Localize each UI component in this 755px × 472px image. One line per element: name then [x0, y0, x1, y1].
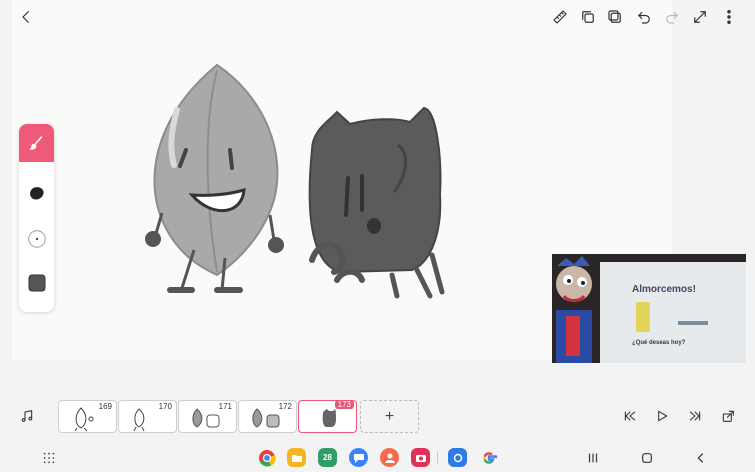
pip-question: ¿Qué deseas hoy?: [632, 340, 686, 346]
back-nav-button[interactable]: [693, 450, 709, 466]
brush-shape-tool[interactable]: [19, 174, 54, 212]
pip-headline: Almorcemos!: [632, 284, 696, 295]
grid-icon: [43, 452, 55, 464]
add-frame-button[interactable]: +: [360, 400, 419, 433]
more-vertical-icon: [727, 10, 731, 24]
frame-number: 172: [278, 402, 292, 411]
camera-icon: [415, 454, 426, 462]
expand-icon: [694, 11, 706, 23]
top-toolbar: [0, 0, 755, 34]
dock-divider: [437, 451, 438, 464]
chrome-icon: [258, 449, 276, 466]
frame-number: 173: [334, 400, 354, 409]
skip-back-icon: [624, 411, 636, 421]
frame-thumbnail[interactable]: 171: [178, 400, 237, 433]
back-arrow-icon: [697, 453, 704, 463]
frame-thumbnail-selected[interactable]: 173: [298, 400, 357, 433]
home-button[interactable]: [639, 450, 655, 466]
ruler-button[interactable]: [549, 6, 571, 28]
fullscreen-button[interactable]: [689, 6, 711, 28]
camera-app-button[interactable]: [411, 448, 430, 467]
google-icon: [482, 451, 497, 464]
undo-button[interactable]: [633, 6, 655, 28]
messages-app-button[interactable]: [349, 448, 368, 467]
skip-to-end-button[interactable]: [684, 406, 706, 426]
message-bubble-icon: [353, 453, 364, 463]
export-button[interactable]: [717, 406, 739, 426]
more-options-button[interactable]: [718, 6, 740, 28]
brush-size-icon: [27, 230, 46, 248]
brush-icon: [28, 136, 42, 150]
export-icon: [722, 410, 734, 422]
frame-thumbnail[interactable]: 172: [238, 400, 297, 433]
folder-icon: [291, 454, 302, 462]
undo-icon: [638, 11, 650, 24]
copy-frame-icon: [582, 11, 594, 23]
ruler-icon: [553, 10, 567, 24]
calendar-app-button[interactable]: 28: [318, 448, 337, 467]
files-app-button[interactable]: [287, 448, 306, 467]
play-icon: [658, 410, 668, 422]
phone-link-icon: [453, 453, 462, 462]
recent-apps-icon: [588, 453, 598, 463]
google-app-button[interactable]: [479, 448, 498, 467]
system-navigation-bar: 28: [0, 443, 755, 472]
frame-number: 169: [98, 402, 112, 411]
frame-number: 170: [158, 402, 172, 411]
frame-thumbnail[interactable]: 170: [118, 400, 177, 433]
frame-number: 171: [218, 402, 232, 411]
brush-size-tool[interactable]: [19, 220, 54, 258]
tool-palette: [19, 124, 54, 312]
play-button[interactable]: [651, 406, 673, 426]
color-swatch-icon: [28, 274, 45, 292]
recent-apps-button[interactable]: [585, 450, 601, 466]
home-icon: [641, 452, 653, 464]
app-drawer-button[interactable]: [41, 450, 57, 466]
calendar-icon: 28: [323, 453, 332, 462]
frame-timeline: 169 170 171 172 173 +: [0, 396, 755, 438]
contacts-app-button[interactable]: [380, 448, 399, 467]
picture-in-picture-video[interactable]: Almorcemos! ¿Qué deseas hoy?: [552, 254, 746, 363]
layers-button[interactable]: [604, 6, 626, 28]
pip-scene: [552, 254, 746, 363]
chevron-left-icon: [22, 11, 29, 23]
layers-icon: [608, 10, 621, 23]
music-button[interactable]: [16, 406, 38, 426]
person-icon: [384, 453, 395, 463]
galaxy-store-app-button[interactable]: [448, 448, 467, 467]
brush-tool[interactable]: [19, 124, 54, 162]
redo-icon: [666, 11, 678, 24]
skip-to-start-button[interactable]: [619, 406, 641, 426]
copy-frame-button[interactable]: [577, 6, 599, 28]
music-note-icon: [21, 410, 33, 422]
leaf-character: [145, 63, 284, 293]
skip-forward-icon: [689, 411, 701, 421]
brush-blob-icon: [29, 187, 44, 200]
frame-thumbnail[interactable]: 169: [58, 400, 117, 433]
cat-character: [308, 106, 445, 299]
chrome-app-button[interactable]: [257, 448, 276, 467]
redo-button[interactable]: [661, 6, 683, 28]
color-picker-tool[interactable]: [19, 264, 54, 302]
back-button[interactable]: [15, 6, 37, 28]
